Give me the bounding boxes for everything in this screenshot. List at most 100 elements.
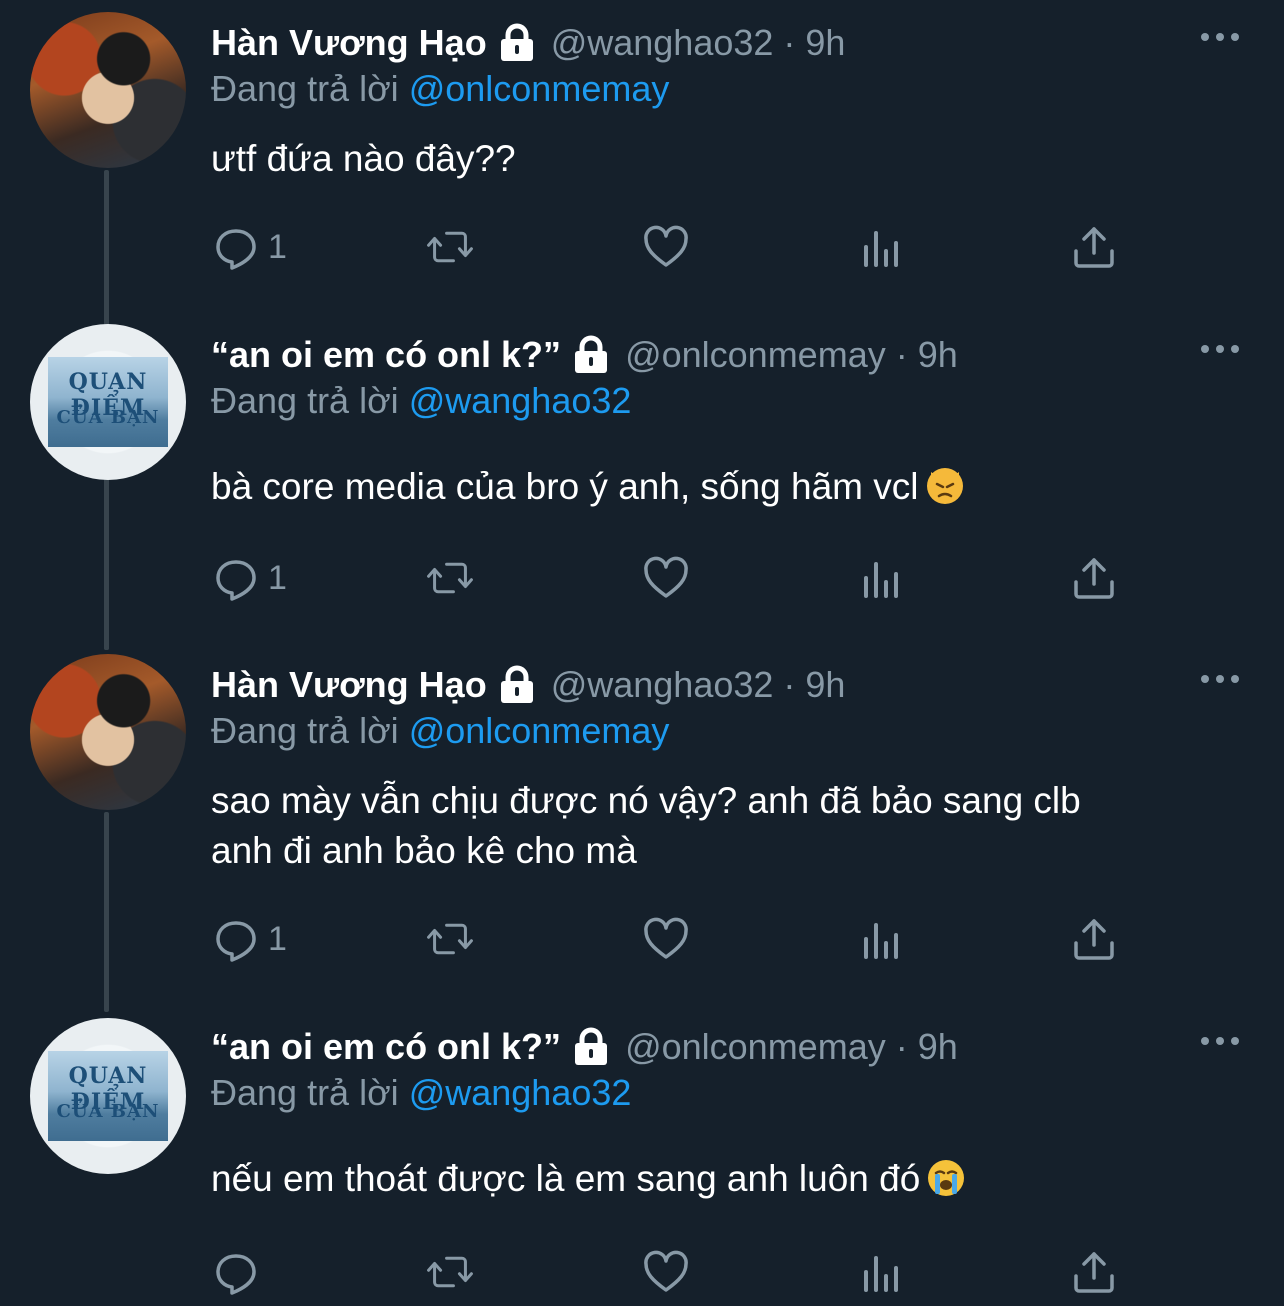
reply-button[interactable]: 1 <box>212 548 287 608</box>
reply-prefix: Đang trả lời <box>211 380 399 421</box>
tweet[interactable]: QUAN ĐIỂM CỦA BẠN “an oi em có onl k?” @… <box>0 1004 1284 1306</box>
analytics-icon <box>864 923 898 959</box>
share-button[interactable] <box>1070 217 1118 277</box>
replying-to: Đang trả lời @wanghao32 <box>211 380 631 422</box>
poster-image: QUAN ĐIỂM CỦA BẠN <box>48 1051 168 1141</box>
tweet-header: Hàn Vương Hạo @wanghao32 · 9h <box>211 660 845 710</box>
like-button[interactable] <box>642 1242 690 1302</box>
retweet-button[interactable] <box>426 909 474 969</box>
reply-button[interactable] <box>212 1242 268 1302</box>
retweet-button[interactable] <box>426 1242 474 1302</box>
tweet-text-line: sao mày vẫn chịu được nó vậy? anh đã bảo… <box>211 780 1081 821</box>
reply-handle-link[interactable]: @wanghao32 <box>409 380 632 421</box>
share-icon <box>1074 558 1114 599</box>
lock-icon <box>571 335 611 375</box>
more-options-icon[interactable] <box>1198 342 1242 356</box>
heart-icon <box>644 225 688 267</box>
share-button[interactable] <box>1070 1242 1118 1302</box>
replying-to: Đang trả lời @onlconmemay <box>211 68 669 110</box>
share-icon <box>1074 1252 1114 1293</box>
tweet-text-line: nếu em thoát được là em sang anh luôn đó <box>211 1158 921 1199</box>
reply-count: 1 <box>268 919 287 958</box>
tweet-text: nếu em thoát được là em sang anh luôn đó <box>211 1154 965 1204</box>
replying-to: Đang trả lời @onlconmemay <box>211 710 669 752</box>
tweet-actions: 1 <box>0 548 1284 608</box>
tweet-text-line: anh đi anh bảo kê cho mà <box>211 830 637 871</box>
reply-prefix: Đang trả lời <box>211 1072 399 1113</box>
tweet-text: ưtf đứa nào đây?? <box>211 134 516 184</box>
more-options-icon[interactable] <box>1198 672 1242 686</box>
handle-timestamp[interactable]: @onlconmemay · 9h <box>625 334 958 376</box>
retweet-icon <box>427 562 473 594</box>
tweet-text: sao mày vẫn chịu được nó vậy? anh đã bảo… <box>211 776 1081 876</box>
avatar[interactable] <box>30 654 186 810</box>
lock-icon <box>497 23 537 63</box>
lock-icon <box>571 1027 611 1067</box>
share-button[interactable] <box>1070 548 1118 608</box>
replying-to: Đang trả lời @wanghao32 <box>211 1072 631 1114</box>
pouting-cat-emoji <box>926 468 963 504</box>
more-options-icon[interactable] <box>1198 1034 1242 1048</box>
poster-image: QUAN ĐIỂM CỦA BẠN <box>48 357 168 447</box>
reply-prefix: Đang trả lời <box>211 710 399 751</box>
tweet-header: “an oi em có onl k?” @onlconmemay · 9h <box>211 1022 958 1072</box>
avatar[interactable]: QUAN ĐIỂM CỦA BẠN <box>30 1018 186 1174</box>
tweet-text-line: bà core media của bro ý anh, sống hãm vc… <box>211 466 919 507</box>
reply-handle-link[interactable]: @onlconmemay <box>409 710 670 751</box>
tweet[interactable]: QUAN ĐIỂM CỦA BẠN “an oi em có onl k?” @… <box>0 312 1284 642</box>
avatar[interactable] <box>30 12 186 168</box>
heart-icon <box>644 917 688 959</box>
lock-icon <box>497 665 537 705</box>
display-name[interactable]: “an oi em có onl k?” <box>211 1026 561 1068</box>
heart-icon <box>644 1250 688 1292</box>
avatar[interactable]: QUAN ĐIỂM CỦA BẠN <box>30 324 186 480</box>
tweet-header: Hàn Vương Hạo @wanghao32 · 9h <box>211 18 845 68</box>
display-name[interactable]: “an oi em có onl k?” <box>211 334 561 376</box>
retweet-icon <box>427 1256 473 1288</box>
like-button[interactable] <box>642 548 690 608</box>
reply-button[interactable]: 1 <box>212 909 287 969</box>
share-icon <box>1074 919 1114 960</box>
tweet-header: “an oi em có onl k?” @onlconmemay · 9h <box>211 330 958 380</box>
reply-handle-link[interactable]: @onlconmemay <box>409 68 670 109</box>
views-button[interactable] <box>858 548 906 608</box>
reply-icon <box>216 921 256 962</box>
analytics-icon <box>864 231 898 267</box>
reply-handle-link[interactable]: @wanghao32 <box>409 1072 632 1113</box>
loudly-crying-emoji <box>928 1160 965 1196</box>
tweet-actions: 1 <box>0 217 1284 277</box>
handle-timestamp[interactable]: @onlconmemay · 9h <box>625 1026 958 1068</box>
tweet-actions <box>0 1242 1284 1302</box>
handle-timestamp[interactable]: @wanghao32 · 9h <box>551 664 846 706</box>
handle-timestamp[interactable]: @wanghao32 · 9h <box>551 22 846 64</box>
analytics-icon <box>864 562 898 598</box>
reply-icon <box>216 229 256 270</box>
retweet-button[interactable] <box>426 548 474 608</box>
reply-icon <box>216 560 256 601</box>
display-name[interactable]: Hàn Vương Hạo <box>211 664 487 706</box>
tweet-text-line: ưtf đứa nào đây?? <box>211 138 516 179</box>
like-button[interactable] <box>642 217 690 277</box>
share-icon <box>1074 227 1114 268</box>
like-button[interactable] <box>642 909 690 969</box>
tweet[interactable]: Hàn Vương Hạo @wanghao32 · 9h Đang trả l… <box>0 0 1284 312</box>
analytics-icon <box>864 1256 898 1292</box>
display-name[interactable]: Hàn Vương Hạo <box>211 22 487 64</box>
views-button[interactable] <box>858 909 906 969</box>
more-options-icon[interactable] <box>1198 30 1242 44</box>
views-button[interactable] <box>858 1242 906 1302</box>
reply-icon <box>216 1254 256 1295</box>
retweet-icon <box>427 923 473 955</box>
share-button[interactable] <box>1070 909 1118 969</box>
poster-subtitle: CỦA BẠN <box>56 1101 160 1122</box>
reply-count: 1 <box>268 558 287 597</box>
tweet[interactable]: Hàn Vương Hạo @wanghao32 · 9h Đang trả l… <box>0 642 1284 1004</box>
reply-prefix: Đang trả lời <box>211 68 399 109</box>
retweet-button[interactable] <box>426 217 474 277</box>
heart-icon <box>644 556 688 598</box>
tweet-text: bà core media của bro ý anh, sống hãm vc… <box>211 462 963 512</box>
reply-button[interactable]: 1 <box>212 217 287 277</box>
reply-count: 1 <box>268 227 287 266</box>
views-button[interactable] <box>858 217 906 277</box>
retweet-icon <box>427 231 473 263</box>
